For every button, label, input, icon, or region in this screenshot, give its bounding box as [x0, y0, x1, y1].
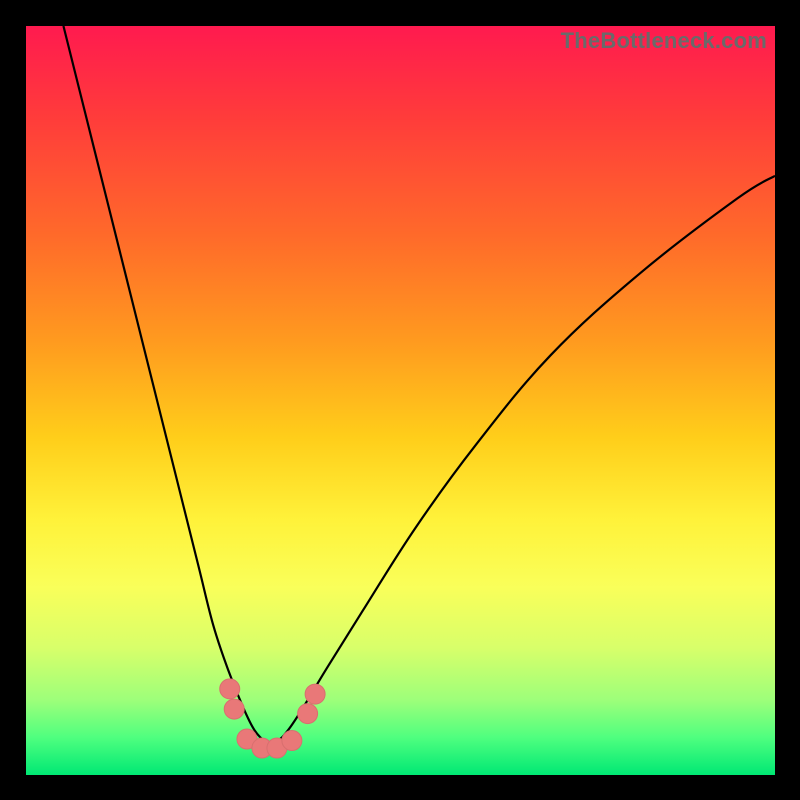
curve-marker: [224, 699, 244, 719]
plot-area: TheBottleneck.com: [26, 26, 775, 775]
curve-marker: [220, 679, 240, 699]
curve-marker: [282, 731, 302, 751]
curve-markers: [220, 679, 325, 758]
curve-marker: [298, 704, 318, 724]
curve-marker: [305, 684, 325, 704]
curve-svg: [26, 26, 775, 775]
chart-frame: TheBottleneck.com: [0, 0, 800, 800]
bottleneck-curve-path: [63, 26, 775, 743]
